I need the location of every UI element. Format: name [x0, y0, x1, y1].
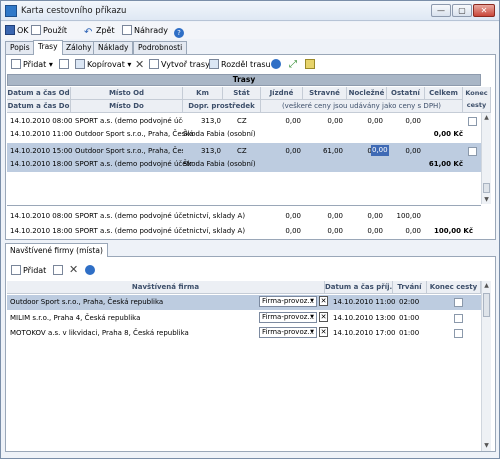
scroll-down-icon[interactable]: ▼: [482, 195, 491, 204]
add-firm-button[interactable]: Přidat: [11, 264, 46, 277]
end-trip-checkbox[interactable]: [468, 147, 477, 156]
delete-icon[interactable]: ✕: [69, 263, 78, 276]
clear-type-icon[interactable]: ✕: [319, 327, 328, 337]
summary-divider: [7, 205, 481, 206]
col-celkem[interactable]: Celkem: [425, 87, 463, 100]
map-icon[interactable]: [305, 58, 317, 71]
tab-trasy[interactable]: Trasy: [33, 40, 63, 55]
scroll-up-icon[interactable]: ▲: [482, 281, 491, 290]
floppy-icon: [5, 25, 15, 35]
scroll-up-icon[interactable]: ▲: [482, 113, 491, 122]
col-misto-do[interactable]: Místo Do: [71, 100, 183, 113]
end-trip-checkbox[interactable]: [454, 298, 463, 307]
new-document-icon: [11, 59, 21, 69]
split-trip-button[interactable]: Rozděl trasu: [209, 58, 271, 71]
help-icon: ?: [174, 28, 184, 38]
close-button[interactable]: ✕: [473, 4, 495, 17]
col-datum-prij[interactable]: Datum a čas příj.: [325, 281, 393, 294]
document-icon: [149, 59, 159, 69]
scroll-thumb[interactable]: [483, 183, 490, 193]
vat-note: (veškeré ceny jsou udávány jako ceny s D…: [261, 100, 463, 113]
main-toolbar: OK Použít ↶ Zpět Náhrady ?: [1, 22, 499, 39]
visited-scrollbar[interactable]: ▲ ▼: [481, 281, 491, 451]
col-stat[interactable]: Stát: [223, 87, 261, 100]
apply-button[interactable]: Použít: [31, 24, 67, 37]
add-trip-button[interactable]: Přidat ▾: [11, 58, 53, 71]
col-datum-do[interactable]: Datum a čas Do: [7, 100, 71, 113]
scroll-down-icon[interactable]: ▼: [482, 441, 491, 450]
trips-scrollbar[interactable]: ▲ ▼: [481, 113, 491, 204]
tab-naklady[interactable]: Náklady: [93, 41, 134, 54]
maximize-button[interactable]: ▢: [452, 4, 472, 17]
col-konec-cesty[interactable]: Konec cesty: [463, 87, 491, 113]
help-icon[interactable]: [85, 264, 97, 277]
col-km[interactable]: Km: [183, 87, 223, 100]
tab-visited-firms[interactable]: Navštívené firmy (místa): [5, 243, 108, 257]
col-misto-od[interactable]: Místo Od: [71, 87, 183, 100]
clear-type-icon[interactable]: ✕: [319, 312, 328, 322]
create-trips-button[interactable]: Vytvoř trasy: [149, 58, 210, 71]
tab-popis[interactable]: Popis: [5, 41, 35, 54]
back-button[interactable]: ↶ Zpět: [84, 24, 115, 38]
end-trip-checkbox[interactable]: [454, 329, 463, 338]
firm-type-select[interactable]: Firma-provoz... ▼: [259, 327, 317, 338]
tab-podrobnosti[interactable]: Podrobnosti: [133, 41, 188, 54]
firm-type-select[interactable]: Firma-provoz... ▼: [259, 312, 317, 323]
col-firma[interactable]: Navštívená firma: [7, 281, 325, 294]
col-trvani[interactable]: Trvání: [393, 281, 427, 294]
scroll-thumb[interactable]: [483, 293, 490, 317]
document-check-icon: [31, 25, 41, 35]
end-trip-checkbox[interactable]: [454, 314, 463, 323]
help-button[interactable]: ?: [174, 24, 186, 38]
col-ostatni[interactable]: Ostatní: [387, 87, 425, 100]
trips-band: Trasy: [7, 74, 481, 86]
chevron-down-icon: ▼: [310, 314, 314, 320]
edit-icon[interactable]: [59, 58, 71, 71]
help-icon[interactable]: [271, 58, 283, 71]
chevron-down-icon: ▼: [310, 329, 314, 335]
end-trip-checkbox[interactable]: [468, 117, 477, 126]
window-title: Karta cestovního příkazu: [21, 6, 127, 16]
col-dopr-prostredek[interactable]: Dopr. prostředek: [183, 100, 261, 113]
copy-icon: [75, 59, 85, 69]
minimize-button[interactable]: —: [431, 4, 451, 17]
replace-button[interactable]: Náhrady: [122, 24, 168, 37]
cestovni-prikaz-window: Karta cestovního příkazu — ▢ ✕ OK Použít…: [0, 0, 500, 459]
firm-type-select[interactable]: Firma-provoz... ▼: [259, 296, 317, 307]
nocl-edit-cell[interactable]: 0,00: [371, 145, 389, 156]
clear-type-icon[interactable]: ✕: [319, 296, 328, 306]
replace-document-icon: [122, 25, 132, 35]
edit-icon[interactable]: [53, 264, 65, 277]
col-datum-od[interactable]: Datum a čas Od: [7, 87, 71, 100]
resize-icon[interactable]: ⤢: [289, 58, 297, 71]
col-konec-cesty[interactable]: Konec cesty: [427, 281, 481, 294]
copy-button[interactable]: Kopírovat ▾: [75, 58, 131, 71]
new-document-icon: [11, 265, 21, 275]
delete-icon[interactable]: ✕: [135, 58, 144, 71]
undo-arrow-icon: ↶: [84, 27, 93, 38]
ok-button[interactable]: OK: [5, 24, 29, 37]
col-stravne[interactable]: Stravné: [303, 87, 347, 100]
chevron-down-icon: ▼: [310, 298, 314, 304]
tab-zalohy[interactable]: Zálohy: [61, 41, 97, 54]
title-bar: Karta cestovního příkazu — ▢ ✕: [1, 1, 499, 21]
app-icon: [5, 5, 17, 17]
col-noclezne[interactable]: Nocležné: [347, 87, 387, 100]
col-jizdne[interactable]: Jízdné: [261, 87, 303, 100]
split-icon: [209, 59, 219, 69]
